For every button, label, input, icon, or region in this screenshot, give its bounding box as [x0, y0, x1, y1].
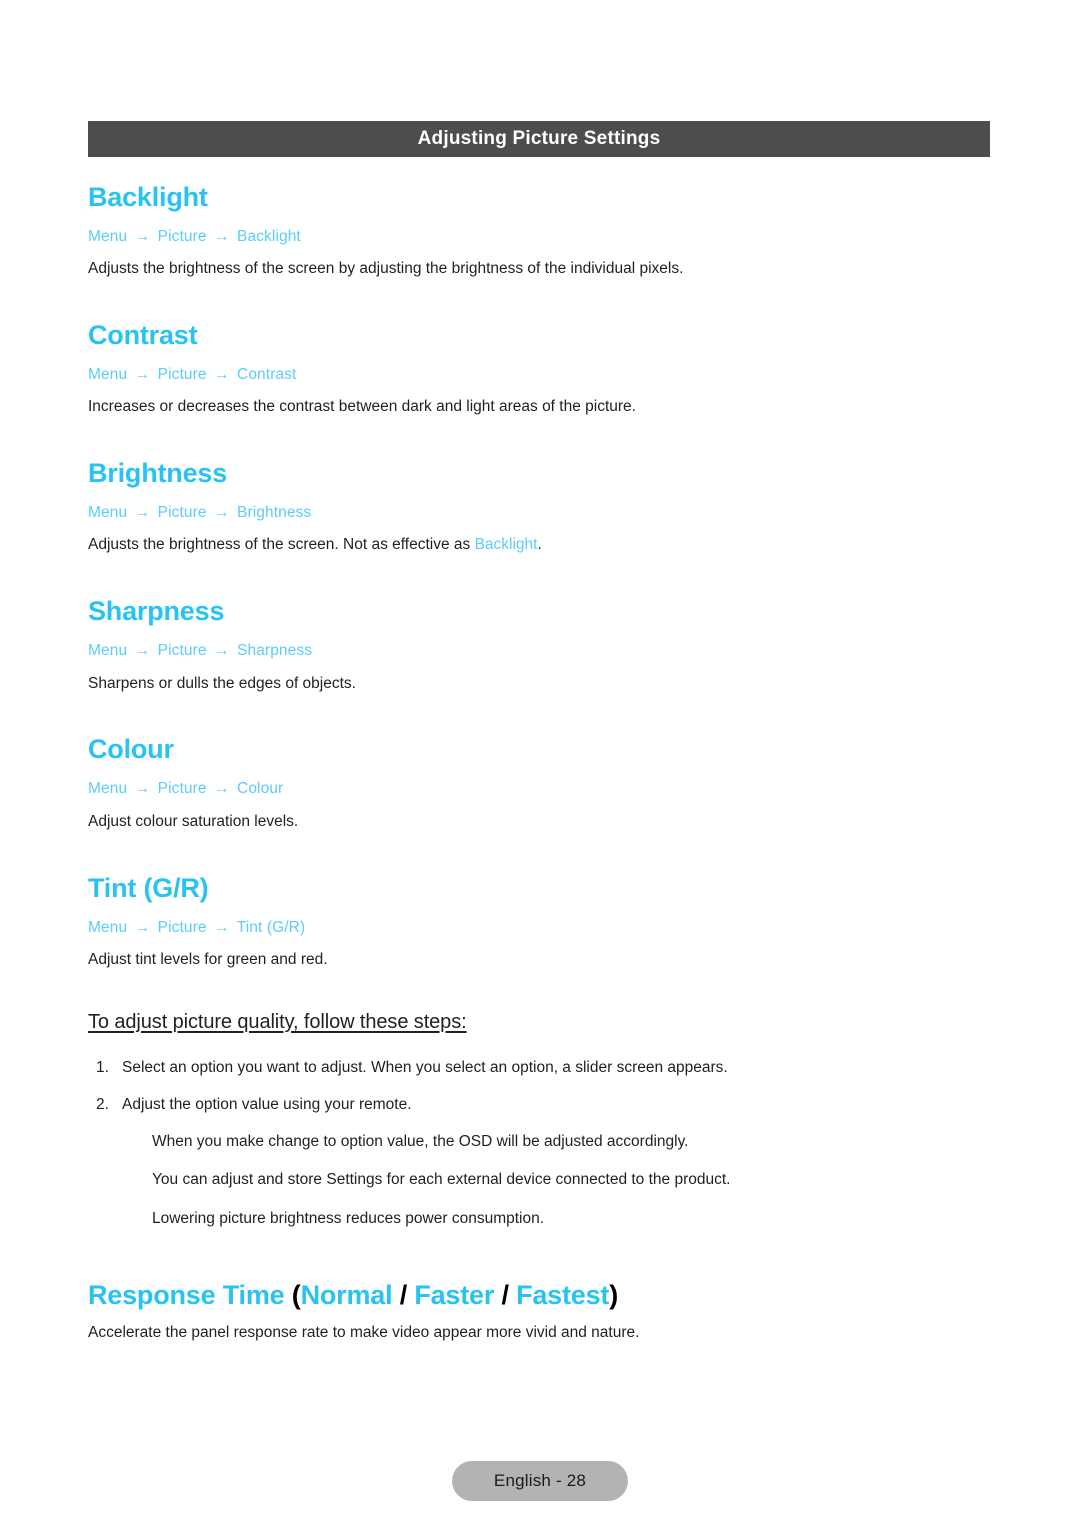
breadcrumb-root[interactable]: Menu: [88, 642, 127, 659]
topic-brightness: Brightness Menu → Picture → Brightness A…: [88, 458, 990, 556]
breadcrumb-tint: Menu → Picture → Tint (G/R): [88, 918, 990, 938]
breadcrumb-mid[interactable]: Picture: [158, 780, 207, 797]
arrow-right-icon: →: [134, 366, 151, 384]
arrow-right-icon: →: [134, 504, 151, 522]
paren-close: ): [609, 1280, 618, 1311]
arrow-right-icon: →: [214, 780, 230, 798]
notes-list: When you make change to option value, th…: [88, 1132, 990, 1231]
breadcrumb-leaf[interactable]: Colour: [237, 780, 283, 797]
steps-block: To adjust picture quality, follow these …: [88, 1011, 990, 1231]
topic-tint: Tint (G/R) Menu → Picture → Tint (G/R) A…: [88, 873, 990, 971]
topic-title-response-time: Response Time (Normal / Faster / Fastest…: [88, 1280, 990, 1311]
breadcrumb-sharpness: Menu → Picture → Sharpness: [88, 641, 990, 661]
breadcrumb-mid[interactable]: Picture: [158, 642, 207, 659]
topic-description-brightness: Adjusts the brightness of the screen. No…: [88, 535, 990, 556]
response-time-label: Response Time: [88, 1280, 292, 1311]
topic-description-backlight: Adjusts the brightness of the screen by …: [88, 260, 684, 278]
breadcrumb-contrast: Menu → Picture → Contrast: [88, 365, 990, 385]
topic-title-tint: Tint (G/R): [88, 872, 209, 903]
steps-list: 1. Select an option you want to adjust. …: [88, 1058, 990, 1116]
note-item: When you make change to option value, th…: [152, 1132, 689, 1150]
step-item: 2. Adjust the option value using your re…: [88, 1095, 990, 1116]
breadcrumb-leaf[interactable]: Backlight: [237, 228, 301, 245]
breadcrumb-leaf[interactable]: Brightness: [237, 504, 311, 521]
arrow-right-icon: →: [214, 504, 230, 522]
option-faster[interactable]: Faster: [414, 1280, 494, 1310]
breadcrumb-brightness: Menu → Picture → Brightness: [88, 503, 990, 523]
breadcrumb-backlight: Menu → Picture → Backlight: [88, 227, 990, 247]
paren-open: (: [291, 1280, 301, 1311]
section-header-title: Adjusting Picture Settings: [417, 128, 661, 149]
breadcrumb-root[interactable]: Menu: [88, 228, 127, 245]
section-header-bar: Adjusting Picture Settings: [88, 121, 990, 157]
breadcrumb-mid[interactable]: Picture: [158, 504, 207, 521]
document-page: Adjusting Picture Settings Backlight Men…: [0, 0, 1080, 1534]
option-fastest[interactable]: Fastest: [516, 1280, 609, 1310]
topic-description-response-time: Accelerate the panel response rate to ma…: [88, 1324, 640, 1342]
topic-title-sharpness: Sharpness: [88, 596, 225, 627]
breadcrumb-mid[interactable]: Picture: [158, 366, 207, 383]
breadcrumb-root[interactable]: Menu: [88, 780, 127, 797]
step-item: 1. Select an option you want to adjust. …: [88, 1058, 990, 1079]
breadcrumb-mid[interactable]: Picture: [158, 919, 207, 936]
arrow-right-icon: →: [134, 918, 151, 936]
topic-title-colour: Colour: [88, 734, 174, 765]
topic-description-tint: Adjust tint levels for green and red.: [88, 950, 328, 968]
topic-title-contrast: Contrast: [88, 320, 198, 351]
arrow-right-icon: →: [134, 228, 151, 246]
topic-description-sharpness: Sharpens or dulls the edges of objects.: [88, 674, 356, 692]
content-column: Backlight Menu → Picture → Backlight Adj…: [88, 182, 990, 1344]
arrow-right-icon: →: [214, 228, 230, 246]
breadcrumb-leaf[interactable]: Sharpness: [237, 642, 312, 659]
arrow-right-icon: →: [134, 642, 151, 660]
arrow-right-icon: →: [214, 918, 230, 936]
breadcrumb-colour: Menu → Picture → Colour: [88, 779, 990, 799]
option-normal[interactable]: Normal: [301, 1280, 393, 1310]
arrow-right-icon: →: [214, 642, 230, 660]
breadcrumb-leaf[interactable]: Contrast: [237, 366, 296, 383]
step-text: Select an option you want to adjust. Whe…: [122, 1058, 728, 1076]
topic-response-time: Response Time (Normal / Faster / Fastest…: [88, 1280, 990, 1344]
breadcrumb-root[interactable]: Menu: [88, 504, 127, 521]
arrow-right-icon: →: [214, 366, 230, 384]
steps-heading: To adjust picture quality, follow these …: [88, 1010, 467, 1033]
breadcrumb-mid[interactable]: Picture: [158, 228, 207, 245]
option-separator: /: [494, 1280, 517, 1311]
topic-contrast: Contrast Menu → Picture → Contrast Incre…: [88, 320, 990, 418]
step-number: 1.: [96, 1058, 109, 1076]
arrow-right-icon: →: [134, 780, 151, 798]
topic-sharpness: Sharpness Menu → Picture → Sharpness Sha…: [88, 596, 990, 694]
topic-title-backlight: Backlight: [88, 182, 208, 212]
note-item: You can adjust and store Settings for ea…: [152, 1171, 731, 1189]
inline-link-backlight[interactable]: Backlight: [475, 536, 538, 553]
step-number: 2.: [96, 1095, 109, 1113]
breadcrumb-leaf[interactable]: Tint (G/R): [237, 919, 305, 936]
breadcrumb-root[interactable]: Menu: [88, 919, 127, 936]
option-separator: /: [392, 1280, 415, 1311]
topic-description-colour: Adjust colour saturation levels.: [88, 812, 299, 830]
breadcrumb-root[interactable]: Menu: [88, 366, 127, 383]
description-text-post: .: [537, 536, 542, 554]
note-item: Lowering picture brightness reduces powe…: [152, 1210, 545, 1228]
topic-description-contrast: Increases or decreases the contrast betw…: [88, 398, 636, 416]
page-footer: English - 28: [0, 1461, 1080, 1501]
topic-title-brightness: Brightness: [88, 458, 228, 489]
description-text-pre: Adjusts the brightness of the screen. No…: [88, 536, 475, 554]
page-number-badge: English - 28: [451, 1461, 629, 1501]
step-text: Adjust the option value using your remot…: [122, 1095, 412, 1113]
topic-colour: Colour Menu → Picture → Colour Adjust co…: [88, 734, 990, 832]
topic-backlight: Backlight Menu → Picture → Backlight Adj…: [88, 182, 990, 280]
